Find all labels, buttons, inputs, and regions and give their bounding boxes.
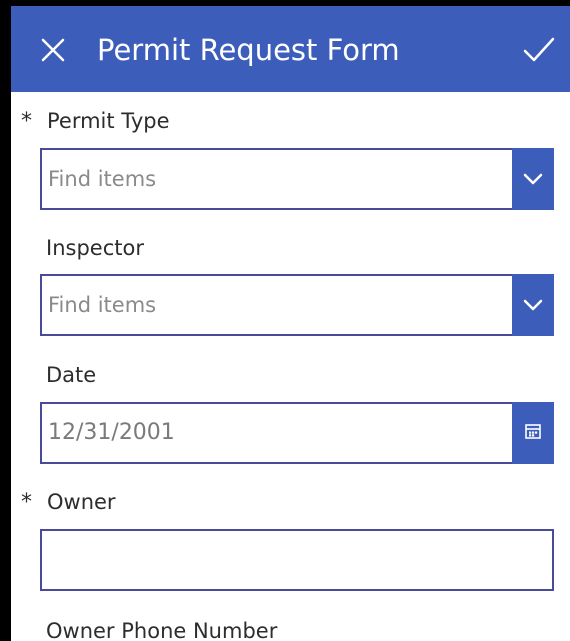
inspector-combobox[interactable]: Find items <box>40 274 554 336</box>
permit-type-placeholder: Find items <box>48 167 157 191</box>
calendar-icon <box>525 424 541 439</box>
date-label: Date <box>46 363 97 387</box>
date-picker[interactable]: 12/31/2001 <box>40 402 554 464</box>
checkmark-icon <box>523 37 555 62</box>
owner-input[interactable] <box>40 529 554 591</box>
submit-button[interactable] <box>519 32 559 68</box>
date-picker-button[interactable] <box>512 402 554 464</box>
close-icon <box>41 38 65 62</box>
chevron-down-icon <box>523 299 543 311</box>
owner-phone-label: Owner Phone Number <box>46 619 278 641</box>
page-title: Permit Request Form <box>97 33 400 67</box>
permit-type-dropdown-button[interactable] <box>512 148 554 210</box>
permit-type-label: Permit Type <box>47 109 170 133</box>
form-header: Permit Request Form <box>11 6 570 92</box>
required-indicator: * <box>21 109 32 134</box>
date-value: 12/31/2001 <box>48 420 175 445</box>
close-button[interactable] <box>35 32 71 68</box>
chevron-down-icon <box>523 173 543 185</box>
inspector-placeholder: Find items <box>48 293 157 317</box>
form-screen: Permit Request Form * Permit Type Find i… <box>11 6 570 641</box>
inspector-label: Inspector <box>46 236 144 260</box>
owner-label: Owner <box>47 490 116 514</box>
required-indicator: * <box>21 490 32 515</box>
permit-type-combobox[interactable]: Find items <box>40 148 554 210</box>
inspector-dropdown-button[interactable] <box>512 274 554 336</box>
